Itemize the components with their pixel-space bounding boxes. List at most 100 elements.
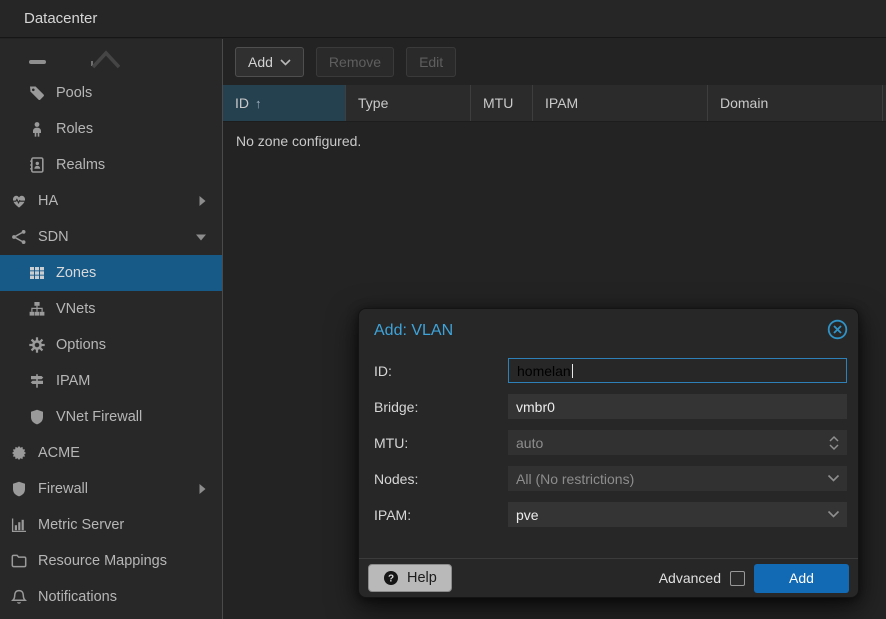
column-label: IPAM [545,95,578,111]
certificate-icon [10,445,28,461]
sidebar-item-pools[interactable]: Pools [0,75,222,111]
add-submit-button[interactable]: Add [754,564,849,593]
bar-chart-icon [10,517,28,533]
column-label: Domain [720,95,768,111]
sidebar-item-label: Notifications [38,589,117,605]
shield-icon [10,481,28,497]
sidebar-item-roles[interactable]: Roles [0,111,222,147]
chevron-down-icon [280,59,291,66]
panel-header: Datacenter [0,0,886,38]
sidebar-item-label: VNets [56,301,96,317]
id-field[interactable]: homelan [508,358,847,383]
sidebar-item-realms[interactable]: Realms [0,147,222,183]
toolbar: Add Remove Edit [223,39,886,85]
mtu-field[interactable]: auto [508,430,847,455]
nodes-row: Nodes:All (No restrictions) [374,466,847,491]
user-icon [28,121,46,137]
map-signs-icon [28,373,46,389]
sidebar-item-sdn[interactable]: SDN [0,219,222,255]
add-button[interactable]: Add [235,47,304,77]
question-circle-icon: ? [383,570,399,586]
id-row: ID: homelan [374,358,847,383]
help-button-label: Help [407,570,437,586]
folder-icon [10,553,28,569]
column-header-id[interactable]: ID ↑ [223,85,346,121]
nodes-field[interactable]: All (No restrictions) [508,466,847,491]
remove-button[interactable]: Remove [316,47,394,77]
sidebar-item-label: Pools [56,85,92,101]
sidebar-item-ha[interactable]: HA [0,183,222,219]
page-title: Datacenter [24,10,97,27]
chevron-right-icon[interactable] [199,196,206,206]
mtu-value: auto [516,435,543,451]
button-label: Add [248,54,273,70]
sidebar-item-metric-server[interactable]: Metric Server [0,507,222,543]
sidebar-item-vnet-firewall[interactable]: VNet Firewall [0,399,222,435]
button-label: Remove [329,54,381,70]
sidebar-item-label: IPAM [56,373,90,389]
column-label: ID [235,95,249,111]
advanced-label: Advanced [659,570,721,586]
chevron-down-icon[interactable] [827,466,840,491]
bridge-value: vmbr0 [516,399,555,415]
address-book-icon [28,157,46,173]
add-submit-label: Add [789,570,814,586]
sidebar-item-zones[interactable]: Zones [0,255,222,291]
sidebar-item-vnets[interactable]: VNets [0,291,222,327]
column-header-mtu[interactable]: MTU [471,85,533,121]
dialog-header[interactable]: Add: VLAN [359,309,858,349]
nodes-label: Nodes: [374,471,508,487]
advanced-checkbox[interactable] [730,571,745,586]
sidebar-item-label: VNet Firewall [56,409,142,425]
table-header-row: ID ↑ TypeMTU IPAM Domain [223,85,886,122]
ipam-label: IPAM: [374,507,508,523]
sidebar-item-label: Roles [56,121,93,137]
help-button[interactable]: ? Help [368,564,452,592]
sidebar-item-label: Realms [56,157,105,173]
chevron-down-icon[interactable] [827,502,840,527]
sitemap-icon [28,301,46,317]
bridge-row: Bridge: vmbr0 [374,394,847,419]
tags-icon [28,85,46,101]
partial-scrolled-item[interactable] [0,39,222,75]
sidebar-item-label: Resource Mappings [38,553,167,569]
dialog-footer: ? Help Advanced Add [359,558,858,597]
sidebar: Pools Roles Realms HA SDN Zones VNets Options IP… [0,39,223,619]
sidebar-item-ipam[interactable]: IPAM [0,363,222,399]
column-header-ipam[interactable]: IPAM [533,85,708,121]
dialog-title: Add: VLAN [374,322,453,340]
spinner-arrows-icon[interactable] [828,430,840,455]
chevron-down-icon[interactable] [196,234,206,241]
chevron-right-icon[interactable] [199,484,206,494]
column-header-domain[interactable]: Domain [708,85,883,121]
sidebar-item-options[interactable]: Options [0,327,222,363]
id-value: homelan [517,363,571,379]
sidebar-item-label: HA [38,193,58,209]
ipam-row: IPAM: pve [374,502,847,527]
sidebar-item-label: Options [56,337,106,353]
sidebar-item-label: Metric Server [38,517,124,533]
ipam-field[interactable]: pve [508,502,847,527]
column-header-type[interactable]: Type [346,85,471,121]
sidebar-item-label: Zones [56,265,96,281]
sidebar-item-firewall[interactable]: Firewall [0,471,222,507]
sidebar-item-acme[interactable]: ACME [0,435,222,471]
dash-icon [29,60,46,64]
close-icon[interactable] [827,319,848,340]
svg-text:?: ? [388,573,394,584]
sort-asc-icon: ↑ [255,96,262,111]
mtu-row: MTU:auto [374,430,847,455]
heartbeat-icon [10,193,28,209]
bridge-field[interactable]: vmbr0 [508,394,847,419]
sidebar-item-label: SDN [38,229,69,245]
id-label: ID: [374,363,508,379]
dialog-body: ID: homelan Bridge: vmbr0 MTU:auto Nodes:All … [359,349,858,527]
sidebar-item-notifications[interactable]: Notifications [0,579,222,615]
edit-button[interactable]: Edit [406,47,456,77]
bridge-label: Bridge: [374,399,508,415]
shield-icon [28,409,46,425]
sidebar-item-resource-mappings[interactable]: Resource Mappings [0,543,222,579]
sidebar-item-label: Firewall [38,481,88,497]
ipam-value: pve [516,507,539,523]
empty-table-message: No zone configured. [223,122,886,149]
